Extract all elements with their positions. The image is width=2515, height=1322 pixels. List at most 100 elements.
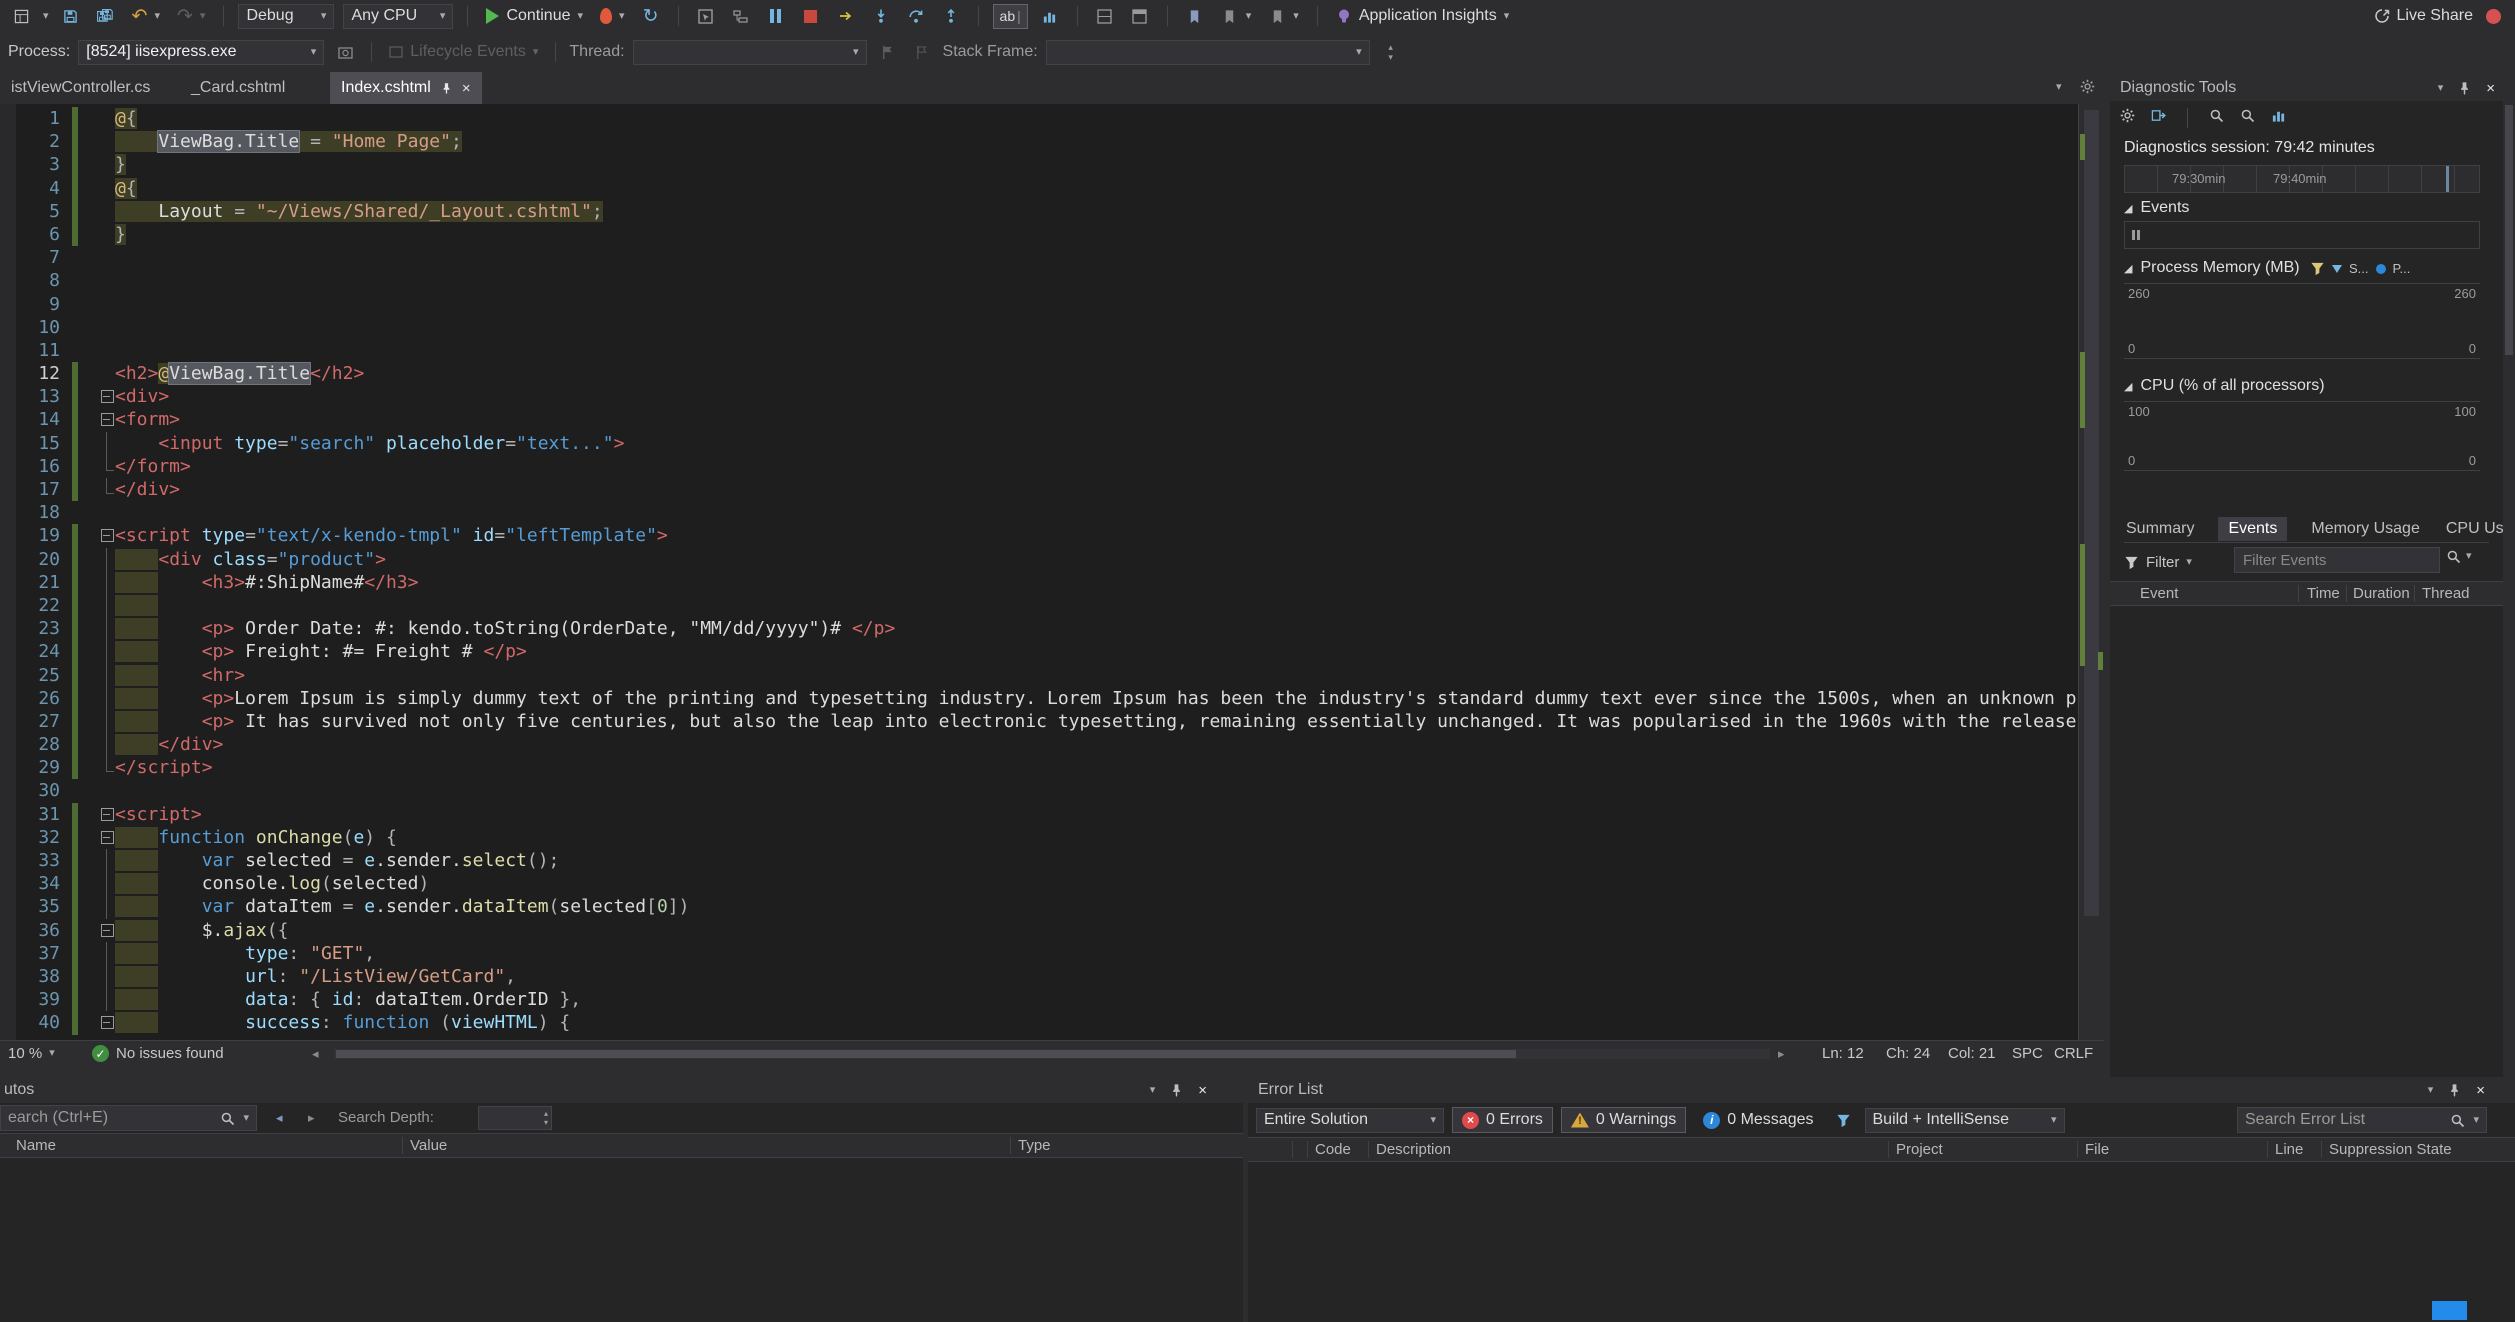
- cpu-chart[interactable]: 100 100 0 0: [2124, 401, 2480, 471]
- column-header[interactable]: Code: [1315, 1141, 1351, 1158]
- events-filter-button[interactable]: Filter ▾: [2124, 549, 2192, 575]
- code-line[interactable]: 19<script type="text/x-kendo-tmpl" id="l…: [0, 524, 2078, 547]
- tab-list-dropdown-icon[interactable]: ▾: [2056, 82, 2062, 93]
- code-line[interactable]: 36 $.ajax({: [0, 919, 2078, 942]
- memory-section-header[interactable]: ◢Process Memory (MB): [2124, 259, 2300, 277]
- code-line[interactable]: 11: [0, 339, 2078, 362]
- undo-button[interactable]: ↶▾: [128, 5, 164, 28]
- process-dot-icon[interactable]: [2376, 264, 2386, 274]
- code-line[interactable]: 27 <p> It has survived not only five cen…: [0, 710, 2078, 733]
- messages-filter-button[interactable]: i0 Messages: [1694, 1107, 1822, 1133]
- document-well-options-icon[interactable]: [2080, 79, 2095, 99]
- scrollbar-thumb[interactable]: [2505, 105, 2513, 355]
- char-indicator[interactable]: Ch: 24: [1886, 1041, 1930, 1066]
- pin-icon[interactable]: [2447, 1083, 2462, 1098]
- flag-outline-icon[interactable]: [909, 39, 935, 65]
- search-forward-icon[interactable]: ▸: [308, 1110, 315, 1126]
- zoom-in-icon[interactable]: [2209, 108, 2224, 128]
- code-line[interactable]: 32 function onChange(e) {: [0, 826, 2078, 849]
- ui-element-inspector-icon[interactable]: [693, 3, 719, 29]
- stop-debugging-icon[interactable]: [798, 3, 824, 29]
- document-health-indicator[interactable]: ✓No issues found: [92, 1041, 224, 1066]
- code-line[interactable]: 39 data: { id: dataItem.OrderID },: [0, 988, 2078, 1011]
- hscroll-left-icon[interactable]: ◂: [312, 1041, 319, 1066]
- lifecycle-events-dropdown[interactable]: Lifecycle Events▾: [385, 43, 542, 61]
- code-line[interactable]: 15 <input type="search" placeholder="tex…: [0, 432, 2078, 455]
- column-header[interactable]: Event: [2140, 585, 2178, 602]
- code-line[interactable]: 40 success: function (viewHTML) {: [0, 1011, 2078, 1034]
- diagnostics-scrollbar[interactable]: [2503, 75, 2515, 1077]
- live-visual-tree-icon[interactable]: [728, 3, 754, 29]
- toolbar-dropdown-icon[interactable]: ▾: [43, 11, 49, 22]
- flag-icon[interactable]: [875, 39, 901, 65]
- scope-dropdown[interactable]: Entire Solution▾: [1256, 1108, 1444, 1133]
- code-line[interactable]: 21 <h3>#:ShipName#</h3>: [0, 571, 2078, 594]
- stack-nav-icon[interactable]: ▴▾: [1378, 39, 1404, 65]
- tab-summary[interactable]: Summary: [2124, 517, 2196, 541]
- events-swimlane[interactable]: [2124, 221, 2480, 249]
- column-header[interactable]: Time: [2307, 585, 2340, 602]
- redo-button[interactable]: ↷▾: [173, 5, 209, 28]
- application-insights-button[interactable]: Application Insights▾: [1332, 7, 1513, 25]
- column-header[interactable]: Line: [2275, 1141, 2303, 1158]
- code-line[interactable]: 20 <div class="product">: [0, 548, 2078, 571]
- code-line[interactable]: 8: [0, 269, 2078, 292]
- save-all-icon[interactable]: [93, 3, 119, 29]
- memory-chart[interactable]: 260 260 0 0: [2124, 283, 2480, 359]
- tab-card-cshtml[interactable]: _Card.cshtml: [180, 72, 296, 104]
- code-line[interactable]: 18: [0, 501, 2078, 524]
- error-list-search-input[interactable]: Search Error List ▾: [2237, 1107, 2487, 1133]
- code-line[interactable]: 7: [0, 246, 2078, 269]
- live-share-button[interactable]: Live Share: [2370, 7, 2478, 25]
- window-position-icon[interactable]: ▾: [1150, 1085, 1156, 1096]
- process-snapshot-icon[interactable]: [332, 39, 358, 65]
- code-line[interactable]: 12<h2>@ViewBag.Title</h2>: [0, 362, 2078, 385]
- text-visualizer-toggle[interactable]: ab|: [993, 4, 1028, 29]
- code-line[interactable]: 3}: [0, 153, 2078, 176]
- events-search-button[interactable]: ▾: [2446, 549, 2472, 564]
- column-header[interactable]: Suppression State: [2329, 1141, 2452, 1158]
- filter-funnel-icon[interactable]: [2310, 261, 2325, 276]
- tab-memory-usage[interactable]: Memory Usage: [2309, 517, 2421, 541]
- cpu-section-header[interactable]: ◢CPU (% of all processors): [2124, 377, 2325, 395]
- code-line[interactable]: 2 ViewBag.Title = "Home Page";: [0, 130, 2078, 153]
- scrollbar-thumb[interactable]: [2084, 110, 2099, 916]
- previous-bookmark-button[interactable]: ▾: [1217, 3, 1256, 29]
- code-line[interactable]: 26 <p>Lorem Ipsum is simply dummy text o…: [0, 687, 2078, 710]
- column-header[interactable]: Project: [1896, 1141, 1943, 1158]
- bookmark-icon[interactable]: [1182, 3, 1208, 29]
- export-icon[interactable]: [2151, 108, 2166, 128]
- code-line[interactable]: 28 </div>: [0, 733, 2078, 756]
- code-line[interactable]: 34 console.log(selected): [0, 872, 2078, 895]
- restart-icon[interactable]: ↻: [638, 3, 664, 29]
- code-line[interactable]: 14<form>: [0, 408, 2078, 431]
- solution-configuration-dropdown[interactable]: Debug▾: [238, 4, 334, 29]
- eol-indicator[interactable]: CRLF: [2054, 1041, 2093, 1066]
- column-header[interactable]: Thread: [2422, 585, 2470, 602]
- close-icon[interactable]: ×: [1198, 1083, 1207, 1098]
- diagnostic-chart-icon[interactable]: [1037, 3, 1063, 29]
- events-section-header[interactable]: ◢Events: [2124, 199, 2189, 217]
- step-over-icon[interactable]: [903, 3, 929, 29]
- code-line[interactable]: 30: [0, 779, 2078, 802]
- errors-filter-button[interactable]: ×0 Errors: [1452, 1107, 1553, 1133]
- stack-frame-dropdown[interactable]: ▾: [1046, 40, 1370, 65]
- break-all-icon[interactable]: [763, 3, 789, 29]
- window-split-icon[interactable]: [1092, 3, 1118, 29]
- warnings-filter-button[interactable]: !0 Warnings: [1561, 1107, 1686, 1133]
- column-header[interactable]: Name: [16, 1137, 56, 1154]
- code-lines[interactable]: 1@{2 ViewBag.Title = "Home Page";3}4@{5 …: [0, 107, 2078, 1035]
- zoom-reset-icon[interactable]: [2240, 108, 2255, 128]
- code-editor[interactable]: 1@{2 ViewBag.Title = "Home Page";3}4@{5 …: [0, 104, 2104, 1040]
- hscroll-right-icon[interactable]: ▸: [1778, 1041, 1785, 1066]
- search-back-icon[interactable]: ◂: [276, 1110, 283, 1126]
- code-line[interactable]: 13<div>: [0, 385, 2078, 408]
- show-next-statement-icon[interactable]: [833, 3, 859, 29]
- code-line[interactable]: 29</script>: [0, 756, 2078, 779]
- window-dock-icon[interactable]: [1127, 3, 1153, 29]
- tab-events[interactable]: Events: [2218, 517, 2287, 541]
- filter-events-input[interactable]: Filter Events: [2234, 547, 2440, 573]
- editor-vertical-scrollbar[interactable]: [2078, 104, 2104, 1040]
- horizontal-scrollbar[interactable]: [334, 1049, 1770, 1059]
- save-icon[interactable]: [58, 3, 84, 29]
